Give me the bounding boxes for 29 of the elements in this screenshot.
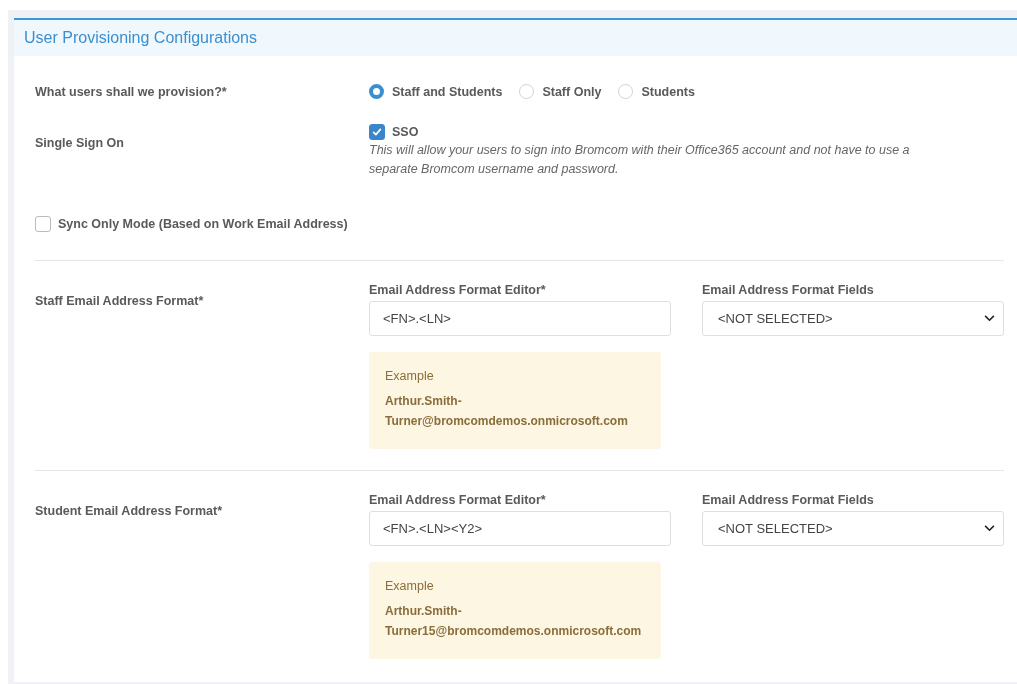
field-label: Email Address Format Fields xyxy=(702,283,875,297)
chevron-down-icon xyxy=(984,525,995,532)
dropdown[interactable]: <NOT SELECTED> xyxy=(702,301,1004,336)
help-text: This will allow your users to sign into Bromcom with their Office365 account and not have to use a separate Bromcom username and password. xyxy=(369,142,911,178)
chevron-down-icon xyxy=(984,315,995,322)
field-label: Email Address Format Editor* xyxy=(369,493,547,507)
radio-label[interactable]: Staff Only xyxy=(542,84,602,99)
radio-button[interactable] xyxy=(369,84,384,99)
field-label: Email Address Format Editor* xyxy=(369,283,547,297)
field-label: Staff Email Address Format* xyxy=(35,294,205,310)
example-title: Example xyxy=(385,579,435,593)
example-text: Arthur.Smith-Turner@bromcomdemos.onmicrosoft.com xyxy=(385,393,629,430)
checkmark-icon xyxy=(371,126,383,138)
panel-title: User Provisioning Configurations xyxy=(24,29,257,47)
radio-label[interactable]: Staff and Students xyxy=(392,84,503,99)
radio-label[interactable]: Students xyxy=(641,84,695,99)
field-label: Student Email Address Format* xyxy=(35,504,224,520)
input-field[interactable]: <FN>.<LN><Y2> xyxy=(369,511,671,546)
example-text: Arthur.Smith-Turner15@bromcomdemos.onmicrosoft.com xyxy=(385,603,643,640)
checkbox[interactable] xyxy=(369,124,385,140)
dropdown[interactable]: <NOT SELECTED> xyxy=(702,511,1004,546)
field-label: Single Sign On xyxy=(35,136,125,152)
checkbox-label[interactable]: SSO xyxy=(392,125,419,139)
field-label: Email Address Format Fields xyxy=(702,493,875,507)
checkbox[interactable] xyxy=(35,216,51,232)
checkbox-label[interactable]: Sync Only Mode (Based on Work Email Address) xyxy=(58,217,348,231)
example-title: Example xyxy=(385,369,435,383)
input-field[interactable]: <FN>.<LN> xyxy=(369,301,671,336)
field-label: What users shall we provision?* xyxy=(35,84,228,99)
